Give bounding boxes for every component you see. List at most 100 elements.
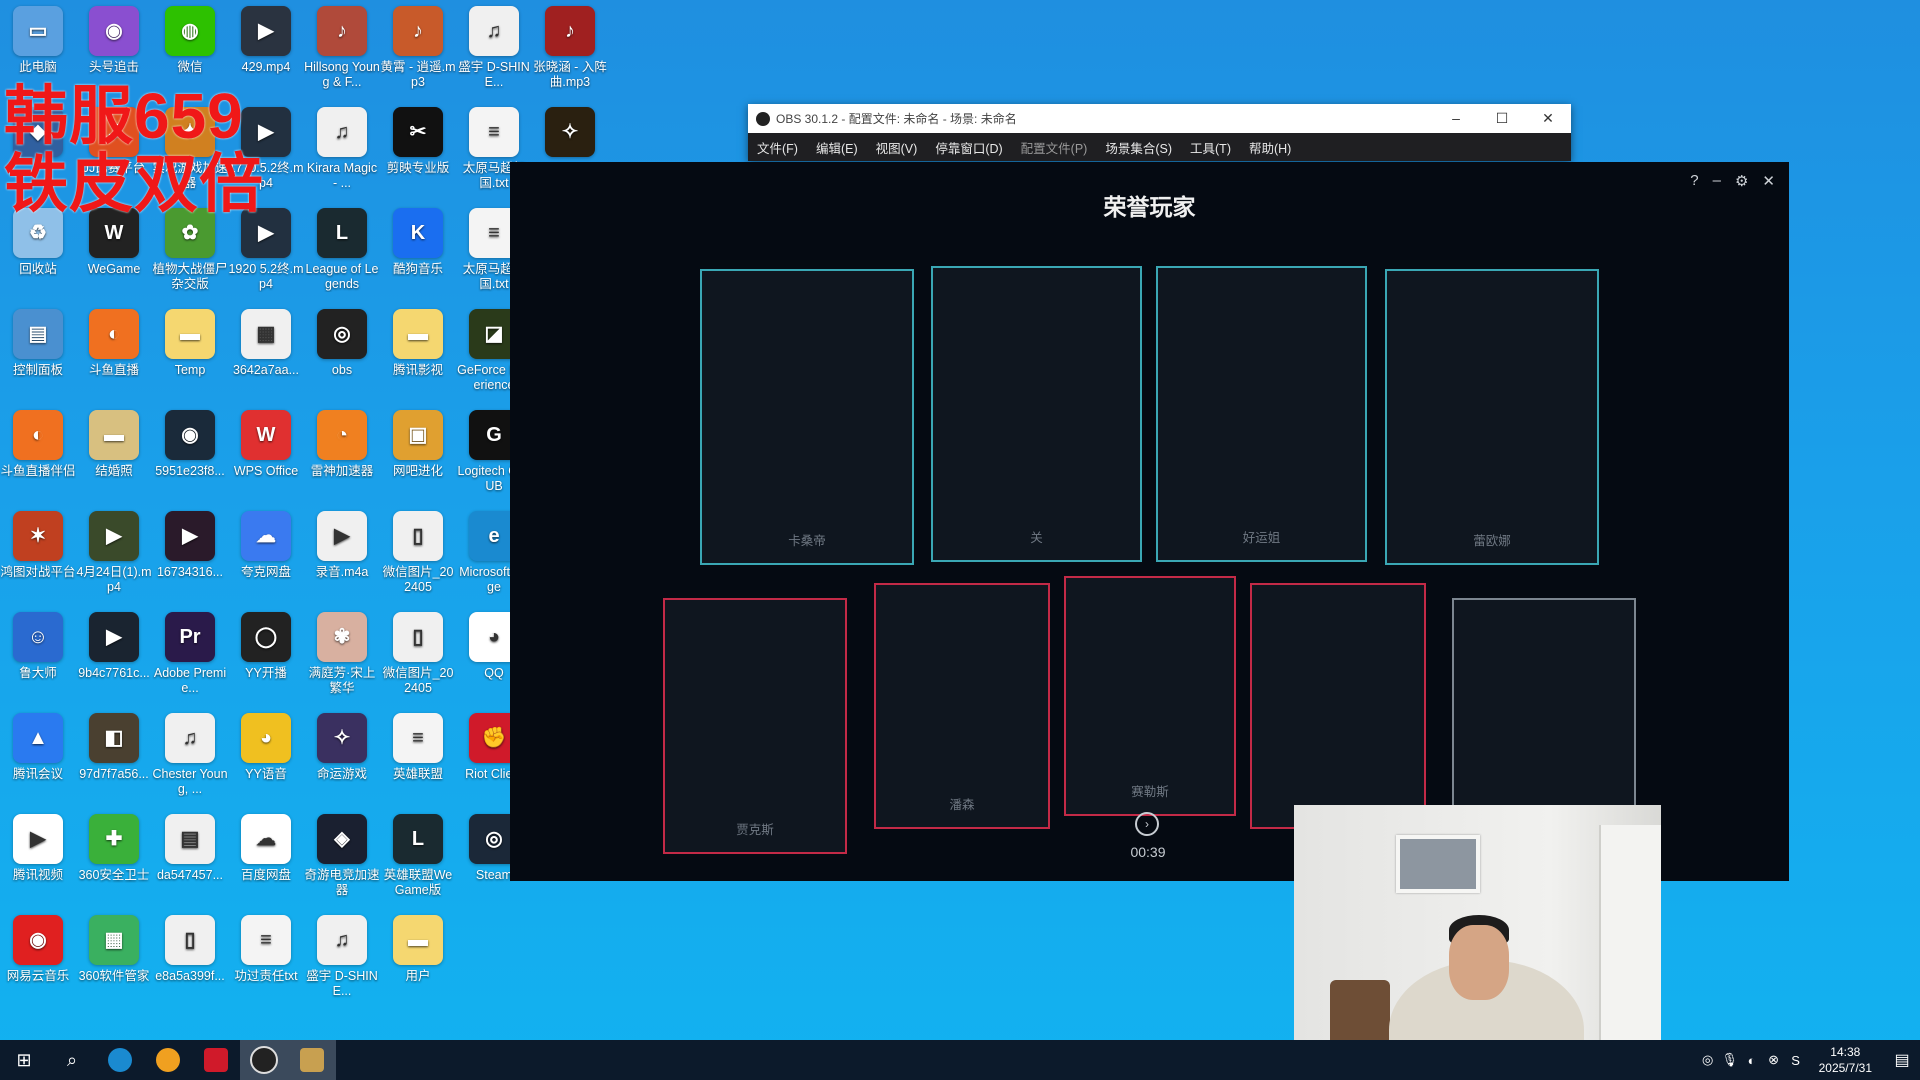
desktop-icon[interactable]: ✶ 鸿图对战平台 <box>0 505 76 605</box>
qr-file-icon: ▦ <box>241 309 291 359</box>
edge-taskbar-icon[interactable] <box>96 1040 144 1080</box>
desktop-icon[interactable]: ☺ 鲁大师 <box>0 606 76 706</box>
close-icon[interactable]: ✕ <box>1762 172 1775 190</box>
desktop-icon[interactable]: K 酷狗音乐 <box>380 202 456 302</box>
player-card[interactable]: 潘森 <box>874 583 1050 829</box>
notification-icon[interactable]: ▤ <box>1884 1050 1920 1070</box>
obs-menu-item[interactable]: 视图(V) <box>867 138 927 157</box>
player-card[interactable]: 卡桑帝 <box>700 269 914 565</box>
desktop-icon[interactable]: ◐ 斗鱼直播 <box>76 303 152 403</box>
folder-icon: ▬ <box>393 309 443 359</box>
obs-menu-item[interactable]: 编辑(E) <box>807 138 867 157</box>
lol-taskbar-icon[interactable] <box>288 1040 336 1080</box>
desktop-icon-label: 百度网盘 <box>240 868 291 882</box>
desktop-icon[interactable]: ♪ 张晓涵 - 入阵曲.mp3 <box>532 0 608 100</box>
desktop-icon[interactable]: Pr Adobe Premie... <box>152 606 228 706</box>
obs-menu-item[interactable]: 帮助(H) <box>1240 138 1300 157</box>
tool-tray-icon[interactable]: ⊗ <box>1763 1052 1785 1068</box>
obs-menu-item[interactable]: 停靠窗口(D) <box>926 138 1011 157</box>
image-file-icon: ▯ <box>393 511 443 561</box>
desktop-icon[interactable]: ▶ 4月24日(1).mp4 <box>76 505 152 605</box>
desktop-icon[interactable]: ✚ 360安全卫士 <box>76 808 152 908</box>
desktop-icon[interactable]: ▶ 腾讯视频 <box>0 808 76 908</box>
webcam-overlay <box>1294 805 1661 1080</box>
obs-menu-item[interactable]: 工具(T) <box>1181 138 1240 157</box>
desktop-icon[interactable]: ▬ 腾讯影视 <box>380 303 456 403</box>
player-card[interactable]: 关 <box>931 266 1142 562</box>
desktop-icon[interactable]: ◈ 奇游电竞加速器 <box>304 808 380 908</box>
desktop-icon[interactable]: ▬ 用户 <box>380 909 456 1009</box>
desktop-icon[interactable]: ♪ 黄霄 - 逍遥.mp3 <box>380 0 456 100</box>
desktop-icon[interactable]: ♫ Kirara Magic - ... <box>304 101 380 201</box>
obs-menu-item[interactable]: 配置文件(P) <box>1012 138 1097 157</box>
desktop-icon-label: 盛宇 D-SHINE... <box>306 969 378 998</box>
search-icon[interactable]: ⌕ <box>48 1040 96 1080</box>
kugou-icon: K <box>393 208 443 258</box>
desktop-icon[interactable]: ▬ Temp <box>152 303 228 403</box>
desktop-icon[interactable]: ▦ 3642a7aa... <box>228 303 304 403</box>
image-file-icon: ▯ <box>393 612 443 662</box>
obs-tray-icon[interactable]: ◎ <box>1697 1052 1719 1068</box>
maximize-button[interactable]: ☐ <box>1479 110 1525 127</box>
start-button[interactable]: ⊞ <box>0 1040 48 1080</box>
obs-menu-item[interactable]: 文件(F) <box>748 138 807 157</box>
obs-menu-item[interactable]: 场景集合(S) <box>1096 138 1181 157</box>
chevron-right-icon[interactable]: › <box>1135 812 1159 836</box>
desktop-icon-label: 植物大战僵尸杂交版 <box>152 262 228 291</box>
desktop-icon[interactable]: L League of Legends <box>304 202 380 302</box>
desktop-icon[interactable]: ♪ Hillsong Young & F... <box>304 0 380 100</box>
microphone-icon[interactable]: 🎙 <box>1719 1052 1741 1068</box>
desktop-icon[interactable]: ≡ 功过责任txt <box>228 909 304 1009</box>
desktop-icon[interactable]: ▤ da547457... <box>152 808 228 908</box>
player-card[interactable]: 贾克斯 <box>663 598 847 854</box>
desktop-icon[interactable]: ▶ 9b4c7761c... <box>76 606 152 706</box>
desktop-icon[interactable]: ♫ Chester Young, ... <box>152 707 228 807</box>
desktop-icon[interactable]: ▣ 网吧进化 <box>380 404 456 504</box>
desktop-icon[interactable]: ≡ 英雄联盟 <box>380 707 456 807</box>
desktop-icon[interactable]: ✧ 命运游戏 <box>304 707 380 807</box>
desktop-icon[interactable]: ◐ 斗鱼直播伴侣 <box>0 404 76 504</box>
desktop-icon[interactable]: ✾ 满庭芳·宋上繁华 <box>304 606 380 706</box>
obs-window[interactable]: OBS 30.1.2 - 配置文件: 未命名 - 场景: 未命名 – ☐ ✕ 文… <box>748 104 1571 161</box>
riot-taskbar-icon[interactable] <box>192 1040 240 1080</box>
app-tray-icon[interactable]: ◐ <box>1741 1053 1763 1068</box>
close-button[interactable]: ✕ <box>1525 110 1571 127</box>
desktop-icon[interactable]: ◧ 97d7f7a56... <box>76 707 152 807</box>
gear-icon[interactable]: ⚙ <box>1735 172 1748 190</box>
desktop-icon[interactable]: ▬ 结婚照 <box>76 404 152 504</box>
help-icon[interactable]: ? <box>1690 172 1698 190</box>
player-card[interactable]: 好运姐 <box>1156 266 1367 562</box>
desktop-icon[interactable]: ◎ obs <box>304 303 380 403</box>
desktop-icon[interactable]: ◉ 5951e23f8... <box>152 404 228 504</box>
desktop-icon[interactable]: ▯ 微信图片_202405 <box>380 606 456 706</box>
minimize-button[interactable]: – <box>1433 110 1479 127</box>
desktop-icon[interactable]: ▦ 360软件管家 <box>76 909 152 1009</box>
browser-taskbar-icon[interactable] <box>144 1040 192 1080</box>
desktop-icon[interactable]: ▯ 微信图片_202405 <box>380 505 456 605</box>
obs-taskbar-icon[interactable] <box>240 1040 288 1080</box>
desktop-icon-label: Hillsong Young & F... <box>304 60 380 89</box>
desktop-icon[interactable]: ◔ 雷神加速器 <box>304 404 380 504</box>
desktop-icon[interactable]: ✂ 剪映专业版 <box>380 101 456 201</box>
desktop-icon[interactable]: W WPS Office <box>228 404 304 504</box>
minimize-icon[interactable]: – <box>1713 172 1721 190</box>
desktop-icon[interactable]: ♫ 盛宇 D-SHINE... <box>456 0 532 100</box>
clock[interactable]: 14:38 2025/7/31 <box>1819 1044 1872 1076</box>
obs-title-bar[interactable]: OBS 30.1.2 - 配置文件: 未命名 - 场景: 未命名 – ☐ ✕ <box>748 104 1571 133</box>
desktop-icon[interactable]: ▶ 16734316... <box>152 505 228 605</box>
desktop-icon[interactable]: ☁ 夸克网盘 <box>228 505 304 605</box>
desktop-icon[interactable]: ◉ 网易云音乐 <box>0 909 76 1009</box>
desktop-icon[interactable]: ◯ YY开播 <box>228 606 304 706</box>
player-card[interactable]: 蕾欧娜 <box>1385 269 1599 565</box>
desktop-icon[interactable]: ▤ 控制面板 <box>0 303 76 403</box>
desktop-icon[interactable]: ▯ e8a5a399f... <box>152 909 228 1009</box>
desktop-icon[interactable]: ▶ 录音.m4a <box>304 505 380 605</box>
player-card[interactable]: 赛勒斯 <box>1064 576 1236 816</box>
desktop-icon[interactable]: L 英雄联盟WeGame版 <box>380 808 456 908</box>
desktop-icon[interactable]: ▲ 腾讯会议 <box>0 707 76 807</box>
player-card[interactable] <box>1250 583 1426 829</box>
desktop-icon[interactable]: ☁ 百度网盘 <box>228 808 304 908</box>
desktop-icon[interactable]: ♫ 盛宇 D-SHINE... <box>304 909 380 1009</box>
desktop-icon[interactable]: ◕ YY语音 <box>228 707 304 807</box>
input-method-icon[interactable]: S <box>1785 1053 1807 1068</box>
